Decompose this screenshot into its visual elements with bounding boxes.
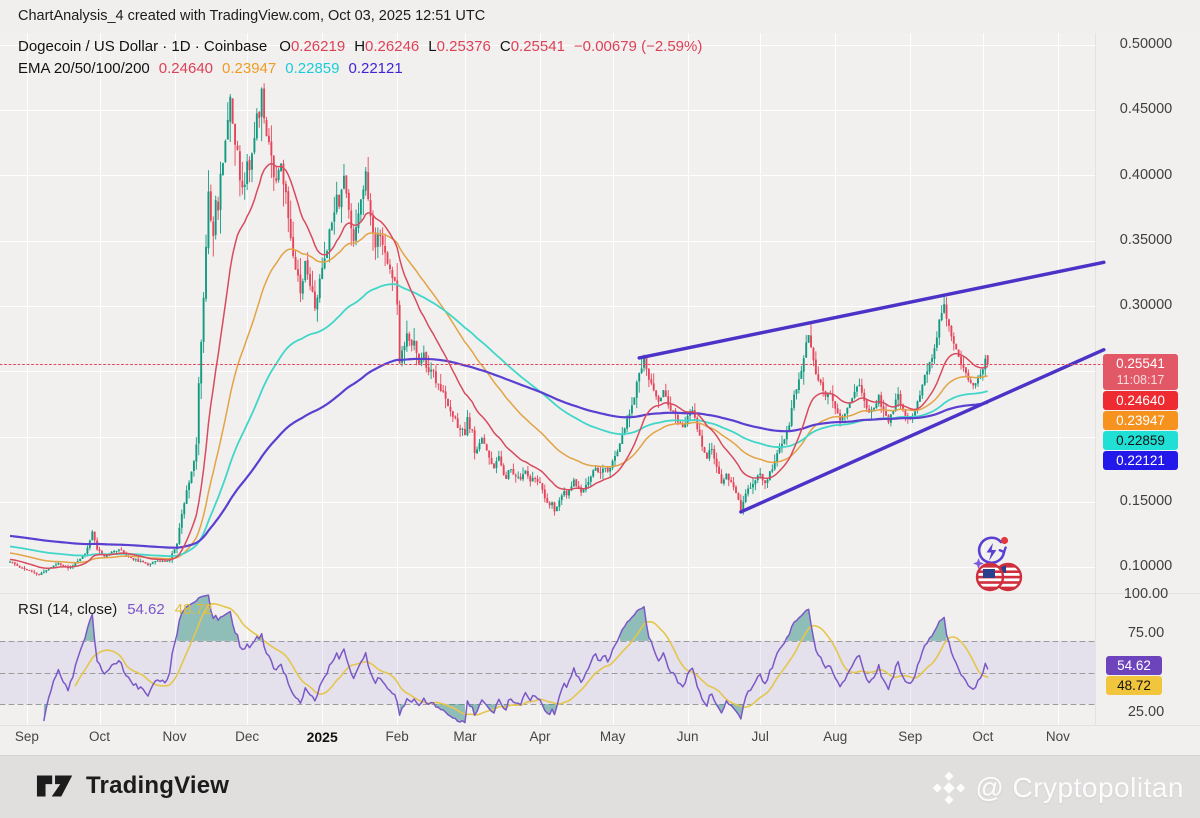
rsi-axis-label: 75.00 — [1127, 625, 1165, 641]
ohlc-row: Dogecoin / US Dollar · 1D · Coinbase O0.2… — [18, 38, 711, 55]
ema-value: 0.23947 — [222, 60, 277, 77]
ema-price-badge: 0.22859 — [1103, 431, 1178, 451]
rsi-label: RSI (14, close) — [18, 601, 118, 618]
time-axis-label: Aug — [823, 729, 848, 744]
symbol-legend[interactable]: Dogecoin / US Dollar · 1D · Coinbase O0.2… — [18, 38, 711, 77]
time-axis-label: Nov — [1045, 729, 1070, 744]
tradingview-brand-text: TradingView — [86, 772, 230, 799]
time-axis-label: Oct — [972, 729, 994, 744]
time-axis-label: May — [599, 729, 626, 744]
ema-price-badge: 0.23947 — [1103, 411, 1178, 431]
time-axis-label: Sep — [898, 729, 923, 744]
rsi-legend[interactable]: RSI (14, close) 54.62 48.72 — [18, 601, 232, 618]
price-axis-label: 0.15000 — [1119, 492, 1173, 509]
rsi-axis-label: 100.00 — [1123, 585, 1169, 602]
time-axis-label: Oct — [89, 729, 111, 744]
us-flags-icon — [975, 562, 1023, 592]
tradingview-link[interactable]: TradingView — [36, 772, 229, 800]
ema-values: 0.24640 0.23947 0.22859 0.22121 — [159, 60, 412, 77]
time-axis-label: Dec — [235, 729, 260, 744]
rsi-value-badge: 48.72 — [1106, 675, 1162, 695]
change-value: −0.00679 (−2.59%) — [573, 38, 703, 55]
snapshot-title: ChartAnalysis_4 created with TradingView… — [18, 8, 486, 24]
time-axis-label: Nov — [162, 729, 187, 744]
time-axis-label: Feb — [385, 729, 409, 744]
ema-value: 0.22121 — [348, 60, 403, 77]
ohlc-values: O0.26219 H0.26246 L0.25376 C0.25541 −0.00679… — [279, 38, 711, 55]
rsi-value: 48.72 — [174, 601, 213, 618]
price-axis-label: 0.50000 — [1119, 36, 1173, 52]
ema-value: 0.22859 — [285, 60, 340, 77]
time-axis-label: Mar — [453, 729, 477, 744]
tradingview-snapshot: ChartAnalysis_4 created with TradingView… — [0, 0, 1200, 818]
watermark: @ Cryptopolitan — [931, 770, 1184, 806]
watermark-text: @ Cryptopolitan — [975, 772, 1184, 803]
price-chart-canvas[interactable] — [0, 0, 1200, 818]
footer-bar: TradingView @ Cryptopolitan — [0, 755, 1200, 818]
rsi-axis-label: 25.00 — [1127, 704, 1165, 720]
ohlc-token: H0.26246 — [354, 38, 420, 55]
symbol-title: Dogecoin / US Dollar · 1D · Coinbase — [18, 38, 268, 55]
countdown-timer: 11:08:17 — [1116, 373, 1165, 388]
time-axis-label: Jul — [751, 729, 769, 744]
time-axis-label: Apr — [529, 729, 551, 744]
time-axis-label: Sep — [14, 729, 39, 744]
current-price-badge: 0.25541 11:08:17 — [1103, 354, 1178, 391]
tradingview-logo-icon — [36, 775, 73, 797]
ema-value: 0.24640 — [158, 60, 214, 77]
price-axis-label: 0.35000 — [1119, 231, 1173, 248]
price-axis-label: 0.40000 — [1119, 166, 1173, 183]
ohlc-token: O0.26219 — [279, 38, 346, 55]
ema-price-badge: 0.22121 — [1103, 451, 1178, 471]
time-axis-label: Jun — [676, 729, 699, 744]
time-axis-label: 2025 — [306, 729, 338, 745]
rsi-value: 54.62 — [127, 601, 165, 618]
snapshot-header: ChartAnalysis_4 created with TradingView… — [0, 0, 1200, 33]
ema-row: EMA 20/50/100/200 0.24640 0.23947 0.22859 0.… — [18, 60, 711, 77]
rsi-values: 54.62 48.72 — [127, 601, 222, 618]
ohlc-token: C0.25541 — [499, 38, 565, 55]
cryptopolitan-logo-icon — [933, 771, 966, 805]
ema-label: EMA 20/50/100/200 — [18, 60, 150, 77]
ema-price-badge: 0.24640 — [1103, 391, 1178, 411]
ohlc-token: L0.25376 — [428, 38, 491, 55]
price-axis-label: 0.30000 — [1119, 297, 1173, 313]
price-axis-label: 0.10000 — [1119, 558, 1173, 574]
rsi-value-badge: 54.62 — [1106, 655, 1162, 675]
price-axis-label: 0.45000 — [1119, 101, 1173, 118]
